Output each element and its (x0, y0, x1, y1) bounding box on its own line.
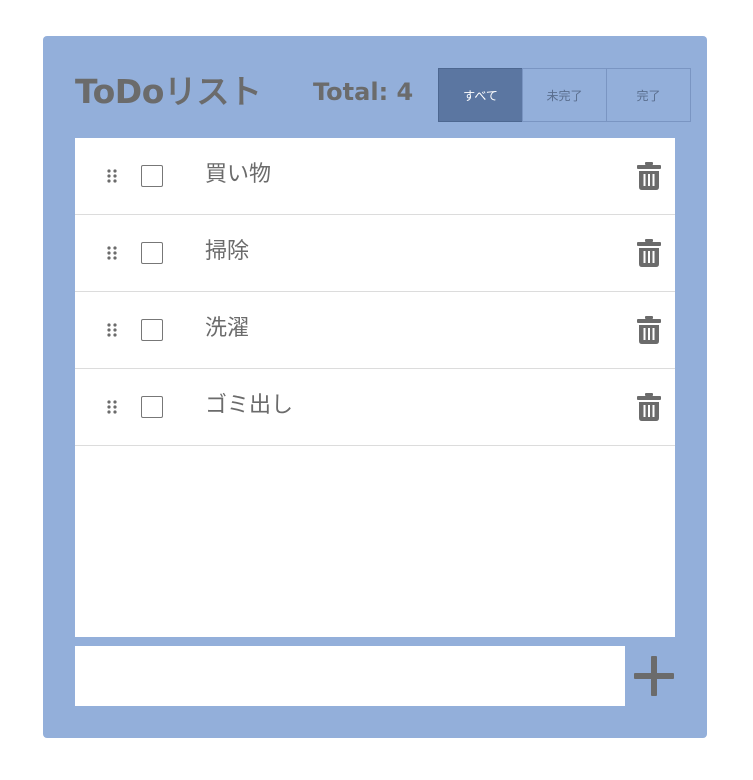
todo-checkbox[interactable] (141, 396, 163, 418)
todo-checkbox[interactable] (141, 319, 163, 341)
todo-item: 掃除 (75, 215, 675, 292)
todo-label: 掃除 (205, 239, 250, 264)
filter-complete-button[interactable]: 完了 (606, 68, 691, 122)
drag-handle-icon[interactable] (107, 169, 117, 183)
trash-icon[interactable] (637, 239, 661, 267)
todo-label: 洗濯 (205, 316, 250, 341)
todo-list: 買い物 掃除 洗濯 ゴミ出し (75, 138, 675, 637)
todo-label: ゴミ出し (205, 393, 294, 418)
todo-checkbox[interactable] (141, 165, 163, 187)
filter-incomplete-button[interactable]: 未完了 (522, 68, 607, 122)
new-todo-input[interactable] (75, 646, 625, 706)
todo-item: 洗濯 (75, 292, 675, 369)
filter-tabs: すべて 未完了 完了 (438, 68, 691, 122)
drag-handle-icon[interactable] (107, 400, 117, 414)
todo-item: ゴミ出し (75, 369, 675, 446)
page-title: ToDoリスト (75, 72, 262, 111)
trash-icon[interactable] (637, 316, 661, 344)
drag-handle-icon[interactable] (107, 246, 117, 260)
drag-handle-icon[interactable] (107, 323, 117, 337)
trash-icon[interactable] (637, 393, 661, 421)
todo-checkbox[interactable] (141, 242, 163, 264)
filter-all-button[interactable]: すべて (438, 68, 523, 122)
total-count: Total: 4 (313, 78, 414, 106)
todo-item: 買い物 (75, 138, 675, 215)
todo-label: 買い物 (205, 162, 272, 187)
trash-icon[interactable] (637, 162, 661, 190)
add-button[interactable] (633, 655, 675, 697)
todo-panel: ToDoリスト Total: 4 すべて 未完了 完了 買い物 掃除 洗濯 ゴミ… (43, 36, 707, 738)
